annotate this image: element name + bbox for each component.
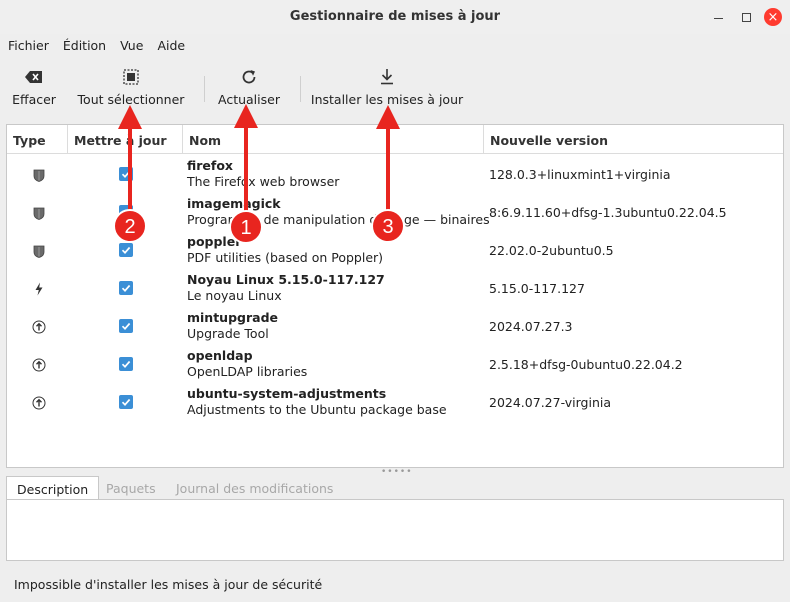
maximize-icon xyxy=(741,12,751,22)
shield-icon xyxy=(31,243,47,259)
package-name: openldap xyxy=(187,348,253,363)
table-row[interactable]: openldap OpenLDAP libraries 2.5.18+dfsg-… xyxy=(7,345,783,383)
update-checkbox[interactable] xyxy=(119,243,133,257)
close-icon: × xyxy=(767,9,779,25)
upgrade-arrow-icon xyxy=(31,319,47,335)
refresh-button[interactable]: Actualiser xyxy=(216,66,282,112)
package-name: poppler xyxy=(187,234,242,249)
shield-icon xyxy=(31,205,47,221)
tab-packages[interactable]: Paquets xyxy=(96,476,166,500)
package-version: 22.02.0-2ubuntu0.5 xyxy=(489,243,614,258)
update-checkbox[interactable] xyxy=(119,167,133,181)
package-name: firefox xyxy=(187,158,233,173)
tab-changelog[interactable]: Journal des modifications xyxy=(166,476,343,500)
menu-view[interactable]: Vue xyxy=(113,34,150,58)
select-all-button[interactable]: Tout sélectionner xyxy=(76,66,186,112)
table-row[interactable]: poppler PDF utilities (based on Poppler)… xyxy=(7,231,783,269)
package-version: 128.0.3+linuxmint1+virginia xyxy=(489,167,671,182)
select-all-label: Tout sélectionner xyxy=(77,92,185,107)
toolbar: Effacer Tout sélectionner Actualiser Ins… xyxy=(0,60,790,115)
status-text: Impossible d'installer les mises à jour … xyxy=(14,577,323,592)
package-description: Adjustments to the Ubuntu package base xyxy=(187,402,447,417)
package-name: mintupgrade xyxy=(187,310,279,325)
table-row[interactable]: ubuntu-system-adjustments Adjustments to… xyxy=(7,383,783,421)
minimize-icon xyxy=(713,17,723,20)
details-tabs: Description Paquets Journal des modifica… xyxy=(6,476,784,501)
package-cell: imagemagick Programme de manipulation d'… xyxy=(187,196,490,228)
update-checkbox[interactable] xyxy=(119,395,133,409)
close-button[interactable]: × xyxy=(764,8,782,26)
refresh-icon xyxy=(240,66,258,88)
package-version: 2.5.18+dfsg-0ubuntu0.22.04.2 xyxy=(489,357,683,372)
column-header-version[interactable]: Nouvelle version xyxy=(484,125,783,154)
title-bar: Gestionnaire de mises à jour × xyxy=(0,0,790,34)
package-cell: openldap OpenLDAP libraries xyxy=(187,348,307,380)
package-description: PDF utilities (based on Poppler) xyxy=(187,250,384,265)
shield-icon xyxy=(31,167,47,183)
toolbar-separator xyxy=(300,76,301,102)
package-description: Upgrade Tool xyxy=(187,326,269,341)
package-description: Le noyau Linux xyxy=(187,288,282,303)
table-row[interactable]: imagemagick Programme de manipulation d'… xyxy=(7,193,783,231)
column-header-name[interactable]: Nom xyxy=(183,125,484,154)
column-header-type[interactable]: Type xyxy=(7,125,68,154)
updates-list: Type Mettre à jour Nom Nouvelle version … xyxy=(6,124,784,468)
update-checkbox[interactable] xyxy=(119,281,133,295)
package-version: 8:6.9.11.60+dfsg-1.3ubuntu0.22.04.5 xyxy=(489,205,727,220)
package-cell: mintupgrade Upgrade Tool xyxy=(187,310,278,342)
maximize-button[interactable] xyxy=(737,8,755,26)
package-version: 5.15.0-117.127 xyxy=(489,281,585,296)
description-panel xyxy=(6,499,784,561)
package-name: ubuntu-system-adjustments xyxy=(187,386,387,401)
menu-file[interactable]: Fichier xyxy=(0,34,56,58)
package-description: OpenLDAP libraries xyxy=(187,364,308,379)
table-row[interactable]: Noyau Linux 5.15.0-117.127 Le noyau Linu… xyxy=(7,269,783,307)
download-icon xyxy=(379,66,395,88)
package-cell: ubuntu-system-adjustments Adjustments to… xyxy=(187,386,447,418)
clear-label: Effacer xyxy=(12,92,56,107)
minimize-button[interactable] xyxy=(709,8,727,26)
status-bar: Impossible d'installer les mises à jour … xyxy=(0,566,790,602)
window-title: Gestionnaire de mises à jour xyxy=(289,9,501,24)
lightning-icon xyxy=(31,281,47,297)
tab-description[interactable]: Description xyxy=(6,476,100,501)
menu-edit[interactable]: Édition xyxy=(56,34,113,58)
install-updates-button[interactable]: Installer les mises à jour xyxy=(310,66,464,112)
toolbar-separator xyxy=(204,76,205,102)
package-cell: poppler PDF utilities (based on Poppler) xyxy=(187,234,383,266)
column-header-update[interactable]: Mettre à jour xyxy=(68,125,183,154)
upgrade-arrow-icon xyxy=(31,357,47,373)
package-description: The Firefox web browser xyxy=(187,174,340,189)
package-name: Noyau Linux 5.15.0-117.127 xyxy=(187,272,385,287)
update-checkbox[interactable] xyxy=(119,357,133,371)
update-checkbox[interactable] xyxy=(119,319,133,333)
menu-bar: Fichier Édition Vue Aide xyxy=(0,34,790,58)
install-updates-label: Installer les mises à jour xyxy=(310,92,464,107)
select-all-icon xyxy=(123,66,139,88)
clear-button[interactable]: Effacer xyxy=(8,66,60,112)
backspace-icon xyxy=(24,66,44,88)
package-name: imagemagick xyxy=(187,196,281,211)
update-checkbox[interactable] xyxy=(119,205,133,219)
package-cell: Noyau Linux 5.15.0-117.127 Le noyau Linu… xyxy=(187,272,385,304)
package-version: 2024.07.27.3 xyxy=(489,319,573,334)
package-version: 2024.07.27-virginia xyxy=(489,395,611,410)
upgrade-arrow-icon xyxy=(31,395,47,411)
refresh-label: Actualiser xyxy=(218,92,280,107)
package-description: Programme de manipulation d'image — bina… xyxy=(187,212,490,227)
table-header: Type Mettre à jour Nom Nouvelle version xyxy=(7,125,783,154)
table-row[interactable]: mintupgrade Upgrade Tool 2024.07.27.3 xyxy=(7,307,783,345)
table-row[interactable]: firefox The Firefox web browser 128.0.3+… xyxy=(7,155,783,193)
package-cell: firefox The Firefox web browser xyxy=(187,158,339,190)
menu-help[interactable]: Aide xyxy=(150,34,192,58)
